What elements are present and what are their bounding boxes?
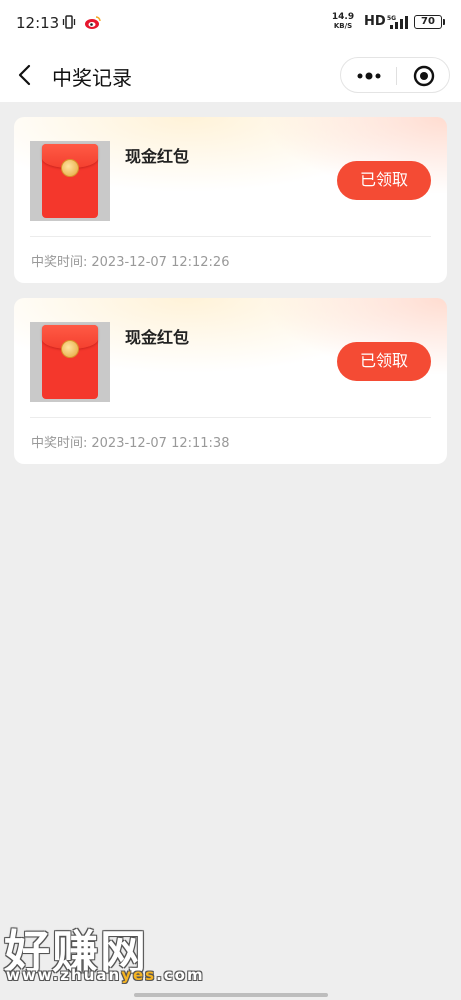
record-title: 现金红包 [125,328,190,347]
red-envelope-icon [42,144,98,218]
weibo-icon [85,16,101,29]
network-speed-unit: KB/S [333,22,353,30]
page-title: 中奖记录 [52,66,132,90]
card-divider [30,236,431,237]
vibrate-icon [62,15,76,29]
red-envelope-icon [42,325,98,399]
chevron-left-icon[interactable] [12,62,38,88]
red-envelope-image [30,322,110,402]
red-envelope-image [30,141,110,221]
record-time-label: 中奖时间: [31,436,88,451]
nav-bar: 中奖记录 [0,46,461,102]
target-icon[interactable] [413,65,435,87]
hd-indicator: HD [364,14,386,29]
record-time: 中奖时间: 2023-12-07 12:11:38 [31,432,229,451]
record-time-value: 2023-12-07 12:11:38 [91,436,230,451]
watermark-url-suffix: .com [156,966,205,984]
network-speed-value: 14.9 [331,12,355,22]
record-time-value: 2023-12-07 12:12:26 [91,255,230,270]
network-type-label: 5G [387,15,396,22]
signal-icon: 5G [387,15,408,29]
watermark-url-prefix: www.zhuan [6,966,122,984]
claimed-button[interactable]: 已领取 [337,161,431,200]
status-time: 12:13 [16,14,60,32]
mini-program-capsule [340,57,450,93]
watermark-url-highlight: yes [121,966,157,984]
record-time-label: 中奖时间: [31,255,88,270]
status-bar: 12:13 14.9 KB/S HD 5G 70 [0,0,461,46]
battery-icon: 70 [414,15,445,29]
claimed-button[interactable]: 已领取 [337,342,431,381]
card-divider [30,417,431,418]
record-card: 现金红包 已领取 中奖时间: 2023-12-07 12:11:38 [14,298,447,464]
home-indicator[interactable] [134,993,328,997]
network-speed: 14.9 KB/S [330,13,356,31]
watermark-url: www.zhuanyes.com [6,966,205,984]
record-title: 现金红包 [125,147,190,166]
record-time: 中奖时间: 2023-12-07 12:12:26 [31,251,229,270]
capsule-divider [396,67,397,85]
record-card: 现金红包 已领取 中奖时间: 2023-12-07 12:12:26 [14,117,447,283]
more-dots-icon[interactable] [355,70,383,82]
